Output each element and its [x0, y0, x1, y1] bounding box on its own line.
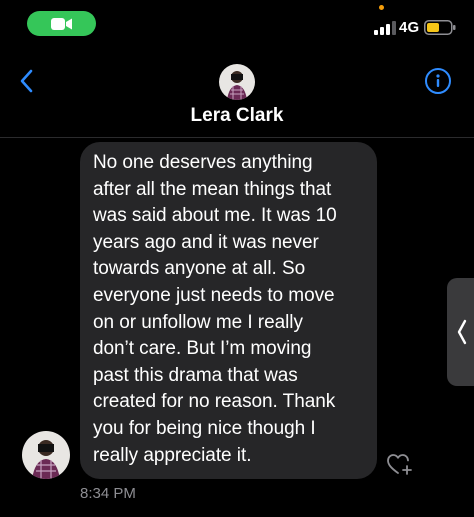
header-divider [0, 137, 474, 138]
facetime-pill[interactable] [27, 11, 96, 36]
network-type: 4G [399, 19, 420, 36]
back-chevron-icon[interactable] [16, 68, 38, 94]
contact-avatar[interactable] [219, 64, 255, 100]
info-icon [436, 74, 440, 87]
message-bubble[interactable]: No one deserves anything after all the m… [80, 142, 377, 479]
message-line: years ago and it was never [93, 231, 319, 253]
signal-strength-icon [374, 21, 396, 35]
sender-avatar[interactable] [22, 431, 70, 479]
contact-name[interactable]: Lera Clark [0, 105, 474, 127]
battery-icon [424, 20, 456, 35]
message-line: towards anyone at all. So [93, 258, 306, 280]
chevron-left-icon [457, 319, 467, 345]
heart-plus-icon[interactable] [386, 452, 414, 476]
message-line: everyone just needs to move [93, 284, 335, 306]
message-line: on or unfollow me I really [93, 311, 303, 333]
video-camera-icon [50, 17, 72, 30]
avatar-photo [219, 64, 255, 100]
message-line: after all the mean things that [93, 178, 332, 200]
message-line: was said about me. It was 10 [93, 205, 337, 227]
message-line: don’t care. But I’m moving [93, 338, 312, 360]
mic-indicator [379, 5, 384, 10]
message-line: you for being nice though I [93, 417, 316, 439]
message-text: No one deserves anything after all the m… [93, 150, 365, 469]
message-line: really appreciate it. [93, 444, 252, 466]
message-line: created for no reason. Thank [93, 391, 336, 413]
info-button[interactable] [425, 68, 451, 94]
side-drawer-tab[interactable] [447, 278, 474, 386]
message-timestamp: 8:34 PM [80, 485, 136, 502]
message-line: No one deserves anything [93, 152, 313, 173]
message-line: past this drama that was [93, 364, 298, 386]
avatar-photo [22, 431, 70, 479]
